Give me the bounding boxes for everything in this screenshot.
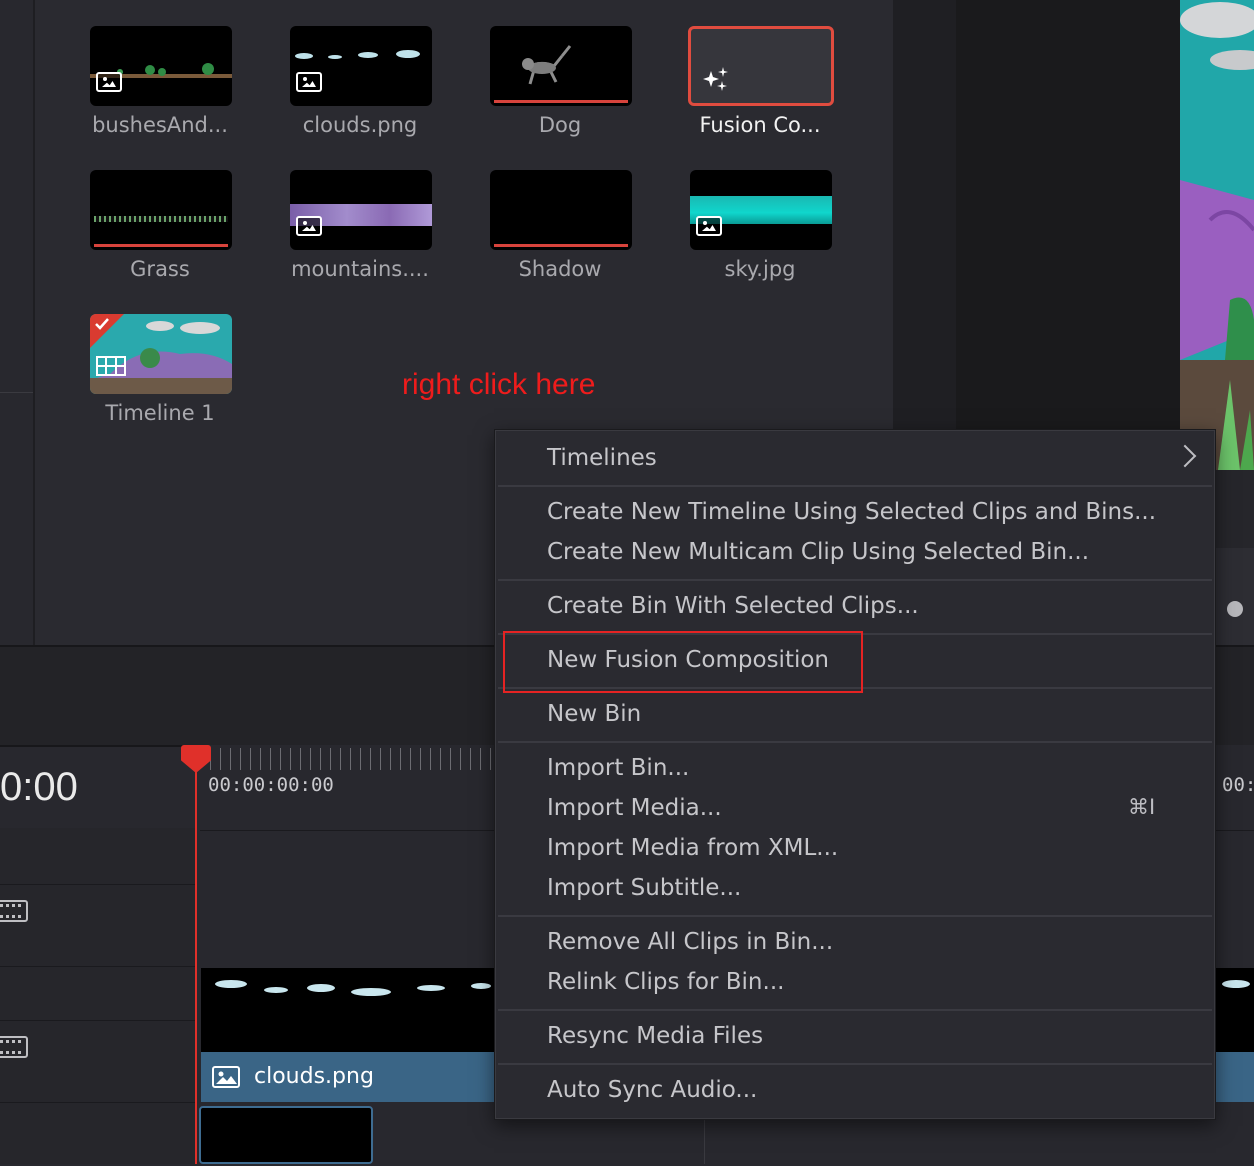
menu-separator xyxy=(498,741,1212,743)
clip-grass[interactable]: Grass xyxy=(0,170,232,310)
clip-clouds[interactable]: clouds.png xyxy=(200,26,432,166)
clip-label: sky.jpg xyxy=(724,257,796,281)
chevron-right-icon xyxy=(1173,444,1197,468)
clip-sky[interactable]: sky.jpg xyxy=(600,170,832,310)
menu-item-remove-all-clips[interactable]: Remove All Clips in Bin... xyxy=(547,929,833,955)
clip-label: Fusion Co... xyxy=(699,113,821,137)
menu-item-auto-sync-audio[interactable]: Auto Sync Audio... xyxy=(547,1077,757,1103)
clip-thumbnail-selected xyxy=(688,26,834,106)
viewer-divider xyxy=(893,0,956,470)
video-track-icon[interactable] xyxy=(0,1036,28,1058)
menu-item-create-new-timeline[interactable]: Create New Timeline Using Selected Clips… xyxy=(547,499,1156,525)
clip-timeline-1[interactable]: Timeline 1 xyxy=(0,314,232,454)
timeline-gridline xyxy=(704,1120,705,1164)
menu-separator xyxy=(498,1063,1212,1065)
ruler-timecode-right: 00: xyxy=(1222,774,1254,796)
status-dot[interactable] xyxy=(1227,601,1243,617)
track-divider xyxy=(0,1102,195,1103)
viewer-side-panel xyxy=(1216,548,1254,645)
clip-thumbnail xyxy=(90,314,232,394)
clip-mountains[interactable]: mountains.... xyxy=(200,170,432,310)
timeline-icon xyxy=(96,356,126,376)
clip-shadow[interactable]: Shadow xyxy=(400,170,632,310)
viewer-preview-image xyxy=(1180,0,1254,470)
menu-separator xyxy=(498,579,1212,581)
menu-separator xyxy=(498,915,1212,917)
menu-item-import-media-xml[interactable]: Import Media from XML... xyxy=(547,835,838,861)
menu-item-import-bin[interactable]: Import Bin... xyxy=(547,755,689,781)
context-menu[interactable]: Timelines Create New Timeline Using Sele… xyxy=(494,429,1216,1120)
menu-separator xyxy=(498,1009,1212,1011)
fusion-sparkle-icon xyxy=(703,67,728,91)
playhead-line[interactable] xyxy=(195,760,197,1164)
clip-fusion-composition[interactable]: Fusion Co... xyxy=(600,26,834,166)
right-click-annotation: right click here xyxy=(402,368,596,401)
highlight-annotation-box xyxy=(503,631,863,693)
image-icon xyxy=(212,1066,240,1088)
menu-item-relink-clips[interactable]: Relink Clips for Bin... xyxy=(547,969,784,995)
image-icon xyxy=(296,72,322,92)
clip-thumbnail xyxy=(690,170,832,250)
track-divider xyxy=(0,884,195,885)
track-divider xyxy=(0,1020,195,1021)
track-headers[interactable] xyxy=(0,828,195,1164)
menu-item-new-bin[interactable]: New Bin xyxy=(547,701,641,727)
menu-shortcut-import-media: ⌘I xyxy=(1128,795,1156,819)
ruler-timecode: 00:00:00:00 xyxy=(208,774,334,796)
check-icon xyxy=(95,318,109,330)
image-icon xyxy=(696,216,722,236)
clip-dog[interactable]: Dog xyxy=(400,26,632,166)
menu-item-import-media[interactable]: Import Media... xyxy=(547,795,722,821)
menu-item-create-multicam-clip[interactable]: Create New Multicam Clip Using Selected … xyxy=(547,539,1089,565)
menu-item-resync-media[interactable]: Resync Media Files xyxy=(547,1023,763,1049)
track-divider xyxy=(0,966,195,967)
ruler-ticks xyxy=(210,748,500,770)
menu-separator xyxy=(498,485,1212,487)
timeline-clip-label: clouds.png xyxy=(254,1064,374,1089)
viewer-letterbox xyxy=(956,0,1180,470)
clip-bushes[interactable]: bushesAnd... xyxy=(0,26,232,166)
menu-item-create-bin[interactable]: Create Bin With Selected Clips... xyxy=(547,593,919,619)
menu-item-timelines[interactable]: Timelines xyxy=(547,445,657,471)
image-icon xyxy=(296,216,322,236)
timeline-clip[interactable] xyxy=(199,1106,373,1164)
image-icon xyxy=(96,72,122,92)
clip-label: Timeline 1 xyxy=(105,401,215,425)
timeline-timecode: 0:00 xyxy=(0,765,78,809)
video-track-icon[interactable] xyxy=(0,900,28,922)
menu-item-import-subtitle[interactable]: Import Subtitle... xyxy=(547,875,741,901)
